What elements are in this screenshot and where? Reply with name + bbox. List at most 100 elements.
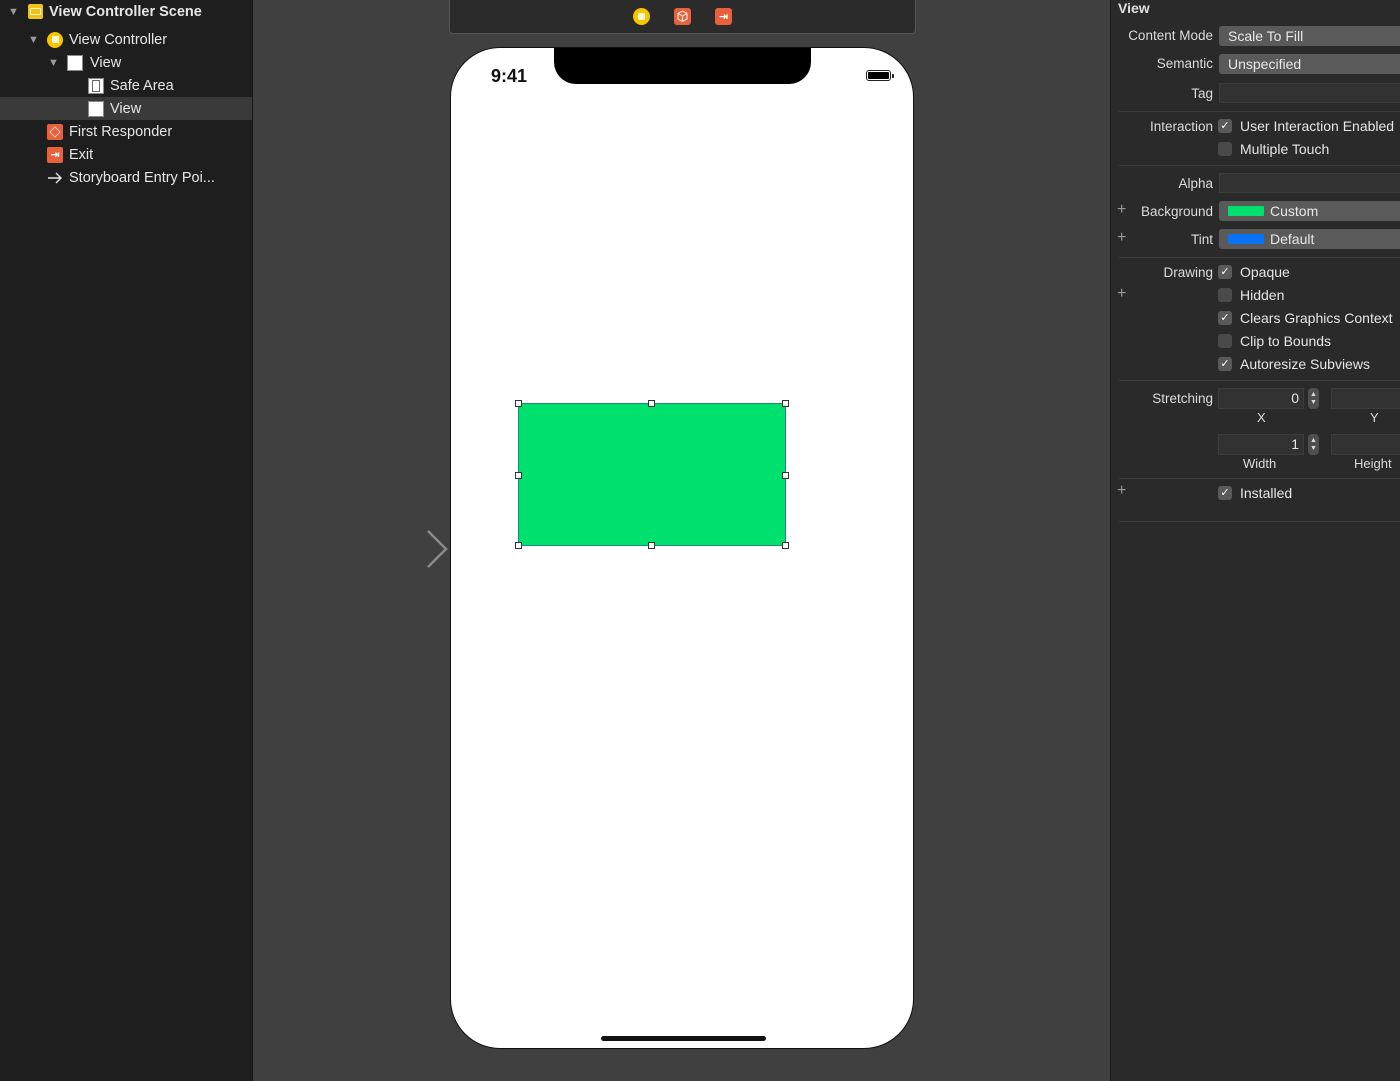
divider [1119, 257, 1400, 258]
outline-item-label: Exit [69, 146, 94, 163]
autoresize-subviews-checkbox[interactable]: ✓ Autoresize Subviews [1218, 356, 1370, 372]
user-interaction-enabled-checkbox[interactable]: ✓ User Interaction Enabled [1218, 118, 1394, 134]
background-color-swatch [1228, 206, 1264, 216]
plus-icon[interactable]: + [1117, 482, 1126, 500]
view-controller-icon [46, 31, 64, 49]
outline-item-label: View [90, 54, 122, 71]
resize-handle-bottom-left[interactable] [515, 542, 522, 549]
plus-icon[interactable]: + [1117, 229, 1126, 247]
checkbox-unchecked-icon [1218, 288, 1232, 302]
interaction-label: Interaction [1149, 119, 1213, 134]
content-mode-label: Content Mode [1128, 28, 1213, 43]
clears-graphics-context-checkbox[interactable]: ✓ Clears Graphics Context [1218, 310, 1393, 326]
outline-item-label: Storyboard Entry Poi... [69, 169, 215, 186]
alpha-field[interactable] [1219, 173, 1400, 193]
outline-item-label: View [110, 100, 142, 117]
outline-item-first-responder[interactable]: First Responder [0, 120, 252, 143]
stretching-y-label: Y [1370, 410, 1379, 425]
tag-label: Tag [1191, 86, 1213, 101]
document-outline: ▼ View Controller Scene ▼ View Controlle… [0, 0, 253, 1081]
resize-handle-top-right[interactable] [782, 400, 789, 407]
tag-field[interactable] [1219, 83, 1400, 103]
outline-item-label: View Controller [69, 31, 168, 48]
outline-item-subview[interactable]: View [0, 97, 252, 120]
tint-color-popup[interactable]: Default [1219, 229, 1400, 249]
attributes-inspector: View Content Mode Scale To Fill Semantic… [1110, 0, 1400, 1081]
multiple-touch-checkbox[interactable]: Multiple Touch [1218, 141, 1329, 157]
tint-color-swatch [1228, 234, 1264, 244]
resize-handle-top-left[interactable] [515, 400, 522, 407]
resize-handle-right[interactable] [782, 472, 789, 479]
plus-icon[interactable]: + [1117, 201, 1126, 219]
stretching-height-label: Height [1354, 456, 1392, 471]
view-controller-icon[interactable] [633, 8, 650, 25]
outline-item-exit[interactable]: ⇥ Exit [0, 143, 252, 166]
stretching-y-field[interactable] [1331, 388, 1400, 409]
disclosure-triangle-icon[interactable]: ▼ [48, 57, 59, 69]
battery-icon [866, 70, 894, 81]
checkbox-unchecked-icon [1218, 334, 1232, 348]
resize-handle-left[interactable] [515, 472, 522, 479]
checkbox-label: Clip to Bounds [1240, 333, 1332, 349]
checkbox-unchecked-icon [1218, 142, 1232, 156]
divider [1119, 521, 1400, 522]
divider [1119, 478, 1400, 479]
stretching-height-field[interactable] [1331, 434, 1400, 455]
stretching-width-stepper[interactable]: ▲ ▼ [1308, 434, 1319, 455]
disclosure-triangle-icon[interactable]: ▼ [28, 34, 39, 46]
tint-label: Tint [1190, 232, 1213, 247]
checkmark-icon: ✓ [1218, 486, 1232, 500]
view-icon [66, 54, 84, 72]
storyboard-entry-arrow[interactable] [340, 530, 452, 570]
selected-view[interactable] [518, 403, 786, 546]
installed-checkbox[interactable]: ✓ Installed [1218, 485, 1292, 501]
home-indicator [601, 1036, 766, 1041]
scene-icon [26, 3, 44, 21]
semantic-value: Unspecified [1228, 56, 1302, 72]
semantic-popup[interactable]: Unspecified [1219, 54, 1400, 74]
scene-dock: ⇥ [449, 0, 916, 34]
safe-area-icon [87, 77, 105, 95]
divider [1119, 111, 1400, 112]
device-notch [554, 48, 811, 84]
exit-icon[interactable]: ⇥ [715, 8, 732, 25]
stretching-width-field[interactable]: 1 [1218, 434, 1304, 455]
first-responder-icon [46, 123, 64, 141]
plus-icon[interactable]: + [1117, 285, 1126, 303]
stretching-x-label: X [1257, 410, 1266, 425]
content-mode-value: Scale To Fill [1228, 28, 1304, 44]
first-responder-icon[interactable] [674, 8, 691, 25]
opaque-checkbox[interactable]: ✓ Opaque [1218, 264, 1290, 280]
stretching-label: Stretching [1152, 391, 1213, 406]
outline-item-label: Safe Area [110, 77, 174, 94]
resize-handle-bottom[interactable] [648, 542, 655, 549]
outline-item-safe-area[interactable]: Safe Area [0, 74, 252, 97]
resize-handle-top[interactable] [648, 400, 655, 407]
content-mode-popup[interactable]: Scale To Fill [1219, 26, 1400, 46]
outline-item-view-controller[interactable]: ▼ View Controller [0, 28, 252, 51]
disclosure-triangle-icon[interactable]: ▼ [8, 6, 19, 18]
background-label: Background [1140, 204, 1213, 219]
alpha-label: Alpha [1178, 176, 1213, 191]
checkbox-label: Clears Graphics Context [1240, 310, 1393, 326]
checkmark-icon: ✓ [1218, 265, 1232, 279]
outline-item-view-controller-scene[interactable]: ▼ View Controller Scene [0, 0, 252, 23]
checkbox-label: User Interaction Enabled [1240, 118, 1395, 134]
semantic-label: Semantic [1156, 56, 1213, 71]
checkmark-icon: ✓ [1218, 357, 1232, 371]
drawing-label: Drawing [1163, 265, 1213, 280]
stretching-x-stepper[interactable]: ▲ ▼ [1308, 388, 1319, 409]
stretching-x-field[interactable]: 0 [1218, 388, 1304, 409]
checkbox-label: Autoresize Subviews [1240, 356, 1370, 372]
outline-item-storyboard-entry-point[interactable]: Storyboard Entry Poi... [0, 166, 252, 189]
checkmark-icon: ✓ [1218, 311, 1232, 325]
hidden-checkbox[interactable]: Hidden [1218, 287, 1284, 303]
background-color-popup[interactable]: Custom [1219, 201, 1400, 221]
checkbox-label: Installed [1240, 485, 1293, 501]
tint-value: Default [1270, 231, 1315, 247]
background-value: Custom [1270, 203, 1319, 219]
clip-to-bounds-checkbox[interactable]: Clip to Bounds [1218, 333, 1331, 349]
status-bar-time: 9:41 [491, 66, 528, 86]
outline-item-view[interactable]: ▼ View [0, 51, 252, 74]
resize-handle-bottom-right[interactable] [782, 542, 789, 549]
